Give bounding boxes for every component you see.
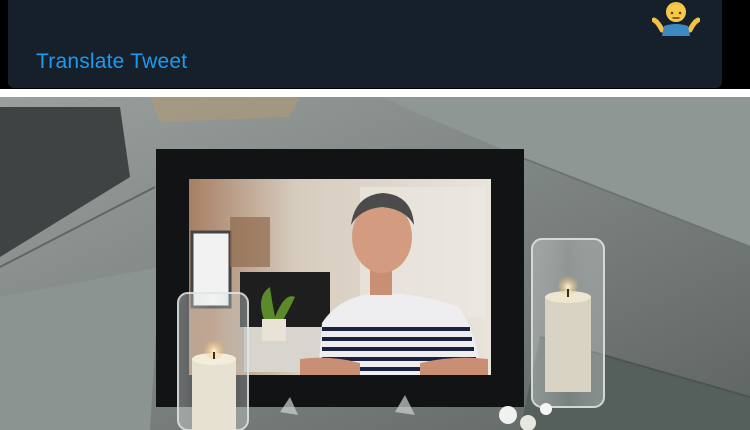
memorial-photo <box>0 97 750 430</box>
person-shrugging-emoji-icon <box>651 0 701 36</box>
tweet-section: Translate Tweet <box>0 0 750 93</box>
separator <box>0 89 750 97</box>
screenshot: Translate Tweet <box>0 0 750 430</box>
tweet-card: Translate Tweet <box>8 0 722 88</box>
translate-tweet-link[interactable]: Translate Tweet <box>36 50 187 74</box>
